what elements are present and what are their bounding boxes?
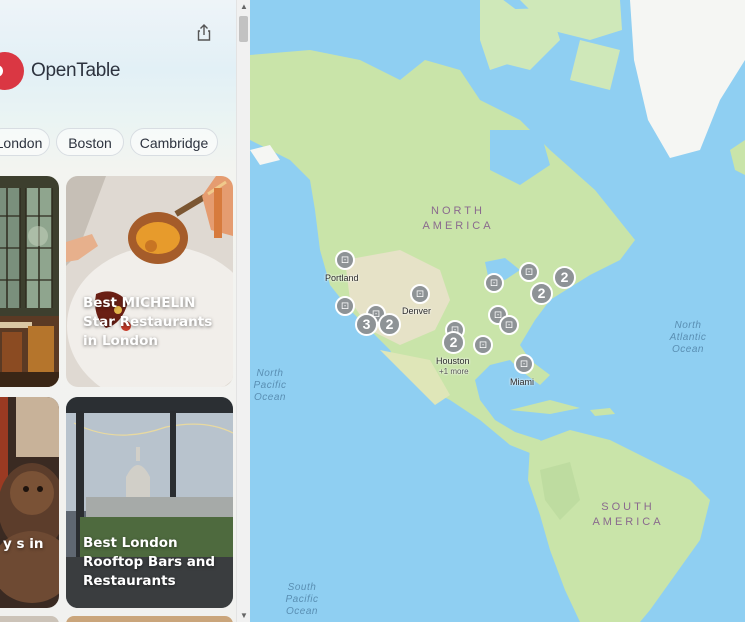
chip-london[interactable]: London [0, 128, 50, 156]
chip-boston[interactable]: Boston [56, 128, 124, 156]
card-image [66, 176, 233, 387]
scroll-thumb[interactable] [239, 16, 248, 42]
city-label-houston-more: +1 more [439, 367, 469, 376]
collection-card-rooftop[interactable]: Best London Rooftop Bars and Restaurants [66, 397, 233, 608]
ocean-label-north-pacific: North Pacific Ocean [253, 368, 287, 403]
brand-name[interactable]: OpenTable [31, 60, 121, 82]
share-icon[interactable] [194, 22, 214, 44]
restaurant-icon[interactable]: ⚀ [335, 296, 355, 316]
sidebar-scrollbar[interactable]: ▲ ▼ [236, 0, 250, 622]
scroll-down-arrow-icon[interactable]: ▼ [240, 611, 248, 620]
chip-cambridge[interactable]: Cambridge [130, 128, 218, 156]
restaurant-icon[interactable]: ⚀ [473, 335, 493, 355]
map-cluster-pin[interactable]: 2 [442, 331, 465, 354]
map-cluster-pin[interactable]: 2 [553, 266, 576, 289]
map-view[interactable]: NORTH AMERICA SOUTH AMERICA North Pacifi… [250, 0, 745, 622]
card-label: Best London Rooftop Bars and Restaurants [83, 535, 216, 589]
restaurant-icon[interactable]: ⚀ [484, 273, 504, 293]
restaurant-icon[interactable]: ⚀ [335, 250, 355, 270]
card-label: Best MICHELIN Star Restaurants in London [83, 295, 213, 349]
map-cluster-pin[interactable]: 3 [355, 313, 378, 336]
restaurant-icon[interactable]: ⚀ [519, 262, 539, 282]
map-cluster-pin[interactable]: 2 [378, 313, 401, 336]
ocean-label-south-pacific: South Pacific Ocean [285, 582, 319, 617]
scroll-up-arrow-icon[interactable]: ▲ [240, 2, 248, 11]
collection-card-next[interactable] [0, 616, 59, 622]
card-image [0, 176, 59, 387]
region-label-south-america: SOUTH AMERICA [592, 501, 664, 528]
card-image [0, 397, 59, 608]
collection-card-michelin[interactable]: Best MICHELIN Star Restaurants in London [66, 176, 233, 387]
ocean-label-north-atlantic: North Atlantic Ocean [669, 320, 707, 355]
card-label: y s in [3, 536, 44, 552]
restaurant-icon[interactable]: ⚀ [514, 354, 534, 374]
collection-card-interior[interactable] [0, 176, 59, 387]
city-label-houston: Houston [436, 356, 470, 366]
city-label-denver: Denver [402, 306, 432, 316]
city-label-miami: Miami [510, 377, 534, 387]
restaurant-icon[interactable]: ⚀ [499, 315, 519, 335]
collection-card-next[interactable] [66, 616, 233, 622]
opentable-logo-icon[interactable] [0, 52, 24, 90]
city-label-portland: Portland [325, 273, 359, 283]
region-label-north-america: NORTH AMERICA [422, 205, 494, 232]
collection-card-partial[interactable]: y s in [0, 397, 59, 608]
sidebar-panel: OpenTable London Boston Cambridge Best M… [0, 0, 236, 622]
map-cluster-pin[interactable]: 2 [530, 282, 553, 305]
restaurant-icon[interactable]: ⚀ [410, 284, 430, 304]
